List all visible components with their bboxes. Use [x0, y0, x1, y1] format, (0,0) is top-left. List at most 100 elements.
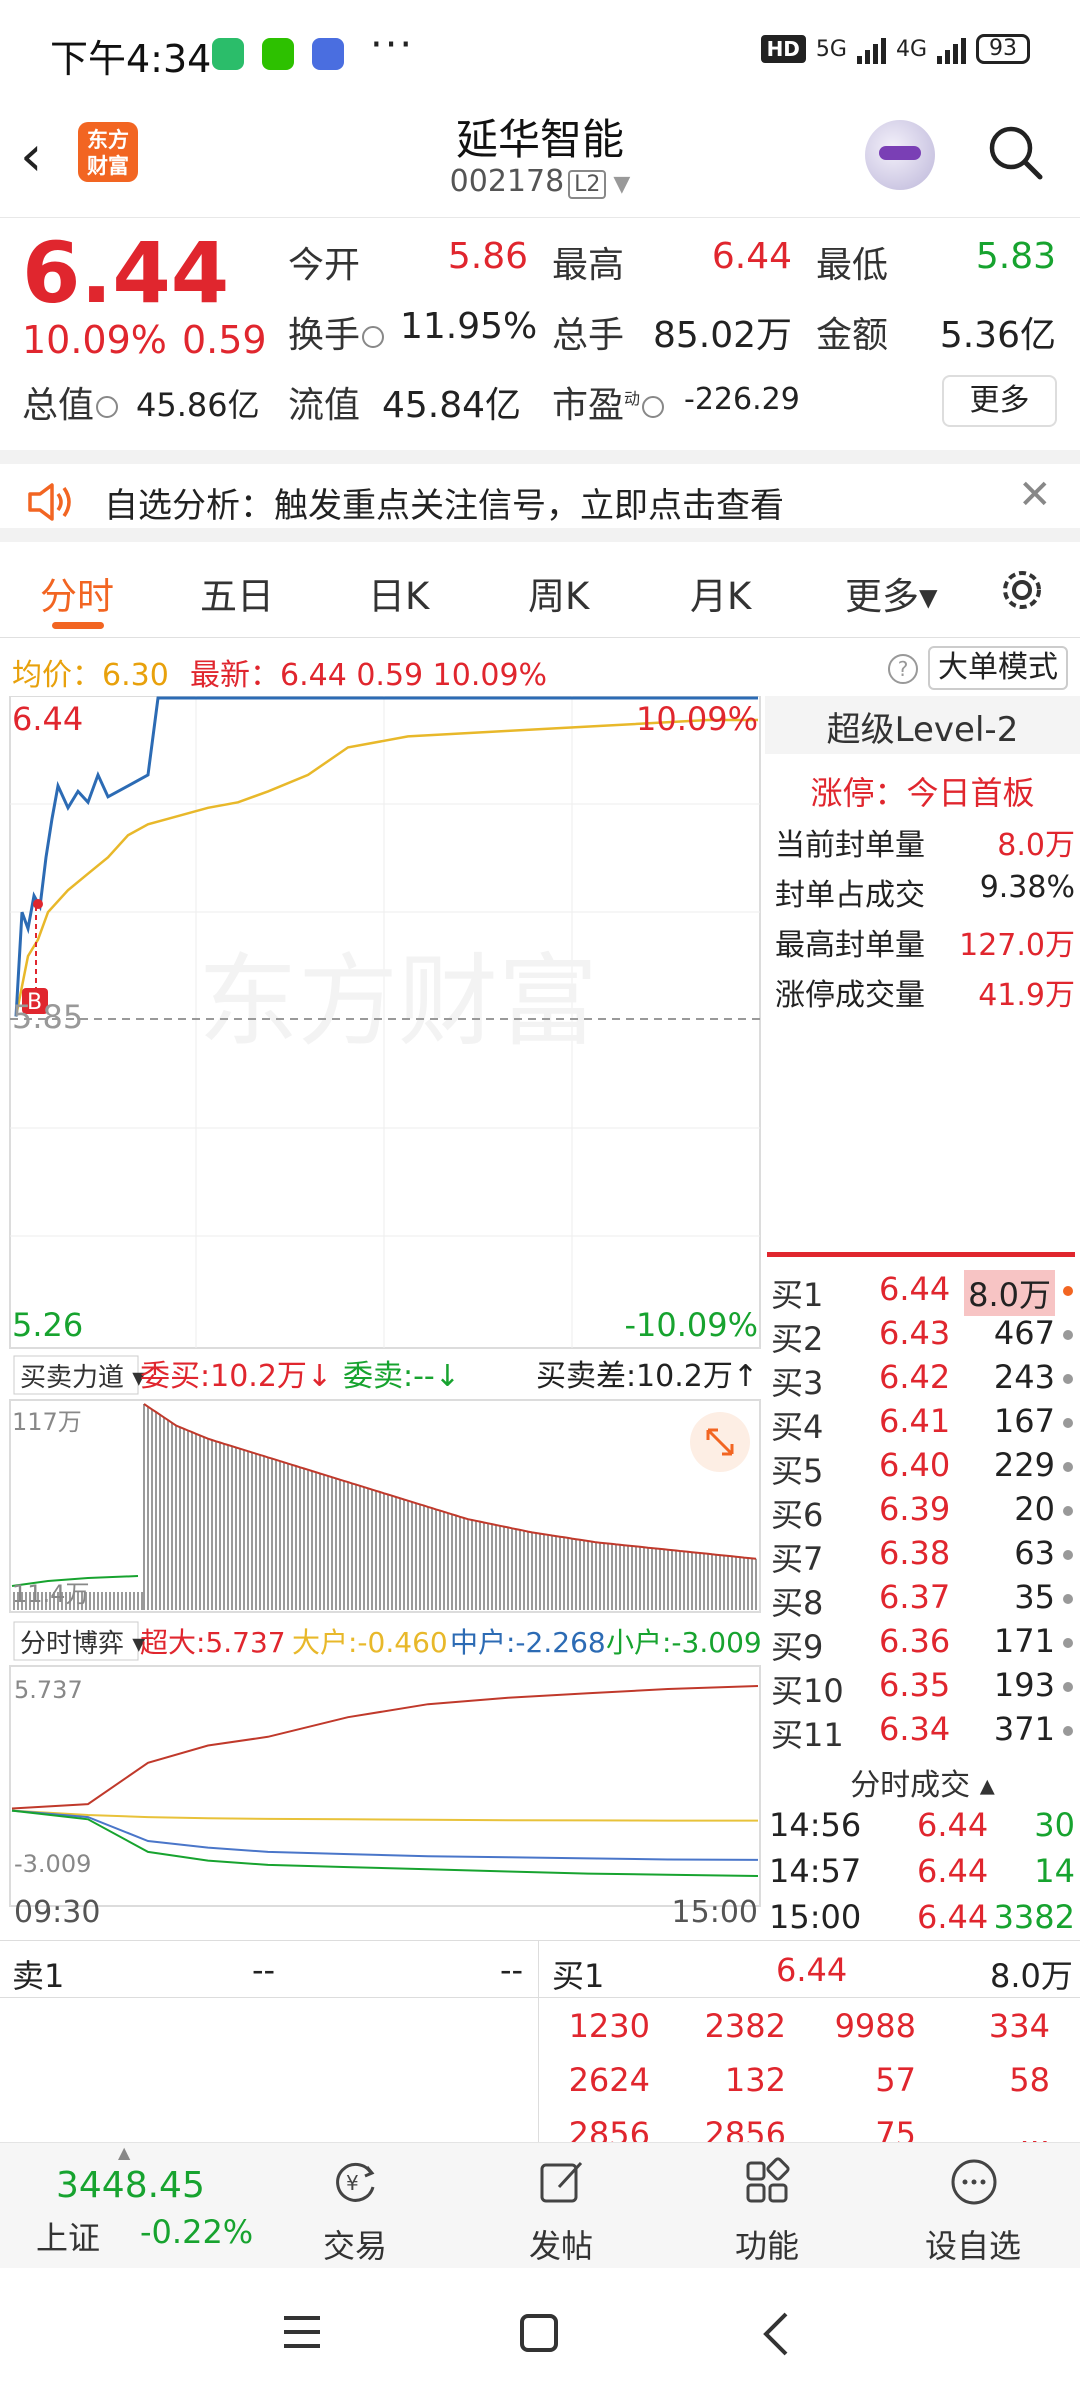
- limit-up-status: 涨停：今日首板: [810, 774, 1035, 812]
- game-line-1: [11, 1809, 758, 1822]
- tab-weekly-k[interactable]: 周K: [528, 566, 589, 620]
- bid-price: 6.39: [879, 1490, 951, 1528]
- queue-cell: 2624: [568, 2061, 650, 2099]
- game-line-2: [11, 1809, 759, 1861]
- sell1-price: --: [252, 1951, 276, 1989]
- back-nav-icon[interactable]: [758, 2310, 794, 2358]
- bid-price: 6.38: [879, 1534, 951, 1572]
- info-icon[interactable]: [362, 326, 385, 348]
- browser-icon: [312, 38, 344, 70]
- collapse-caret-icon[interactable]: ▲: [118, 2143, 130, 2162]
- bid-price: 6.34: [879, 1710, 951, 1748]
- bid-volume: 371: [993, 1710, 1055, 1748]
- bid-dot: [1063, 1374, 1073, 1384]
- game-super: 超大:5.737: [140, 1626, 286, 1659]
- info-icon[interactable]: [642, 396, 665, 418]
- more-circle-icon: [951, 2159, 997, 2205]
- gear-icon[interactable]: [996, 564, 1048, 616]
- trades-header[interactable]: 分时成交 ▴: [765, 1760, 1080, 1804]
- bid-row[interactable]: 买9 6.36 171: [771, 1622, 1075, 1666]
- order-queue: 卖1 -- -- 买1 6.44 8.0万 1230 2382 9988 334 262…: [0, 1940, 1080, 2142]
- amount-value: 5.36亿: [939, 315, 1056, 356]
- bid-price: 6.40: [879, 1446, 951, 1484]
- nav-functions-label: 功能: [734, 2227, 799, 2265]
- level2-row-value: 9.38%: [979, 870, 1075, 905]
- level2-title[interactable]: 超级Level-2: [765, 702, 1080, 751]
- search-icon[interactable]: [985, 122, 1045, 182]
- bid-price: 6.44: [879, 1270, 951, 1308]
- book-separator: [538, 1941, 539, 2142]
- bid-level: 买11: [771, 1716, 844, 1754]
- bid-volume: 193: [993, 1666, 1055, 1704]
- change-amount: 0.59: [182, 318, 267, 362]
- price-top-label: 6.44: [12, 700, 83, 738]
- quote-panel: 6.44 10.09% 0.59 今开 5.86 最高 6.44 最低 5.83…: [0, 218, 1080, 448]
- queue-cell: 75: [875, 2115, 916, 2142]
- amount-label: 金额: [816, 315, 889, 356]
- signal-icon: [856, 34, 886, 64]
- stock-code: 002178: [449, 164, 565, 199]
- system-nav-bar: [0, 2268, 1080, 2400]
- game-selector[interactable]: 分时博弈 ▾: [20, 1629, 145, 1659]
- queue-cell: 2856: [568, 2115, 650, 2142]
- analysis-banner[interactable]: 自选分析：触发重点关注信号，立即点击查看 ✕: [0, 450, 1080, 542]
- info-icon[interactable]: [96, 396, 119, 418]
- bid-volume: 243: [993, 1358, 1055, 1396]
- menu-icon[interactable]: [280, 2312, 324, 2352]
- close-icon[interactable]: ✕: [1018, 472, 1052, 518]
- bid-row[interactable]: 买6 6.39 20: [771, 1490, 1075, 1534]
- mktcap-value: 45.86亿: [136, 386, 260, 424]
- queue-cell: ...: [1019, 2115, 1050, 2142]
- power-diff: 买卖差:10.2万↑: [536, 1359, 758, 1394]
- tab-monthly-k[interactable]: 月K: [690, 566, 751, 620]
- home-icon[interactable]: [518, 2312, 562, 2356]
- trade-icon: ¥: [336, 2162, 375, 2202]
- pe-label[interactable]: 市盈动: [552, 376, 665, 428]
- trade-volume: 3382: [993, 1898, 1075, 1936]
- level2-row-value: 127.0万: [959, 928, 1075, 963]
- tab-daily-k[interactable]: 日K: [368, 566, 429, 620]
- more-button[interactable]: 更多: [942, 375, 1057, 427]
- bid-row[interactable]: 买11 6.34 371: [771, 1710, 1075, 1754]
- bid-price: 6.37: [879, 1578, 951, 1616]
- bid-row[interactable]: 买8 6.37 35: [771, 1578, 1075, 1622]
- power-selector[interactable]: 买卖力道 ▾: [20, 1363, 145, 1393]
- buy1-label: 买1: [552, 1957, 605, 1995]
- intraday-chart[interactable]: 东方财富 B 6.44 10.09% 5.85 5.26 -10.09% 买卖力…: [8, 695, 763, 1936]
- bid-row[interactable]: 买10 6.35 193: [771, 1666, 1075, 1710]
- turnover-label[interactable]: 换手: [288, 306, 385, 358]
- change-pct: 10.09%: [22, 318, 167, 362]
- battery-icon: 93: [976, 34, 1030, 64]
- index-value[interactable]: 3448.45: [56, 2165, 205, 2206]
- queue-cell: 57: [875, 2061, 916, 2099]
- help-icon[interactable]: ?: [888, 654, 918, 684]
- level-badge: L2: [568, 170, 607, 199]
- avg-price: 均价：6.30: [12, 658, 169, 693]
- bid-row[interactable]: 买3 6.42 243: [771, 1358, 1075, 1402]
- volume-top-label: 117万: [12, 1408, 82, 1436]
- big-order-mode-button[interactable]: 大单模式: [928, 646, 1068, 690]
- bid-volume: 63: [1014, 1534, 1055, 1572]
- bid-row[interactable]: 买2 6.43 467: [771, 1314, 1075, 1358]
- bid-price: 6.42: [879, 1358, 951, 1396]
- low-label: 最低: [816, 245, 889, 286]
- volume-value: 85.02万: [652, 315, 792, 356]
- bid-level: 买3: [771, 1364, 824, 1402]
- tab-five-day[interactable]: 五日: [200, 566, 274, 620]
- pe-label-text: 市盈: [552, 385, 625, 426]
- tab-more[interactable]: 更多▾: [845, 566, 938, 620]
- bid-row[interactable]: 买5 6.40 229: [771, 1446, 1075, 1490]
- tab-intraday[interactable]: 分时: [40, 566, 114, 620]
- time-start-label: 09:30: [14, 1895, 100, 1930]
- bid-row[interactable]: 买1 6.44 8.0万: [771, 1270, 1075, 1316]
- mktcap-label[interactable]: 总值: [22, 376, 119, 428]
- bid-row[interactable]: 买4 6.41 167: [771, 1402, 1075, 1446]
- open-value: 5.86: [447, 236, 528, 277]
- assistant-avatar[interactable]: [865, 120, 935, 190]
- price-bottom-label: 5.26: [12, 1306, 83, 1344]
- banner-text: 自选分析：触发重点关注信号，立即点击查看: [104, 486, 784, 526]
- bid-row[interactable]: 买7 6.38 63: [771, 1534, 1075, 1578]
- turnover-label-text: 换手: [288, 315, 361, 356]
- trade-time: 14:56: [769, 1806, 862, 1844]
- bid-level: 买1: [771, 1276, 824, 1314]
